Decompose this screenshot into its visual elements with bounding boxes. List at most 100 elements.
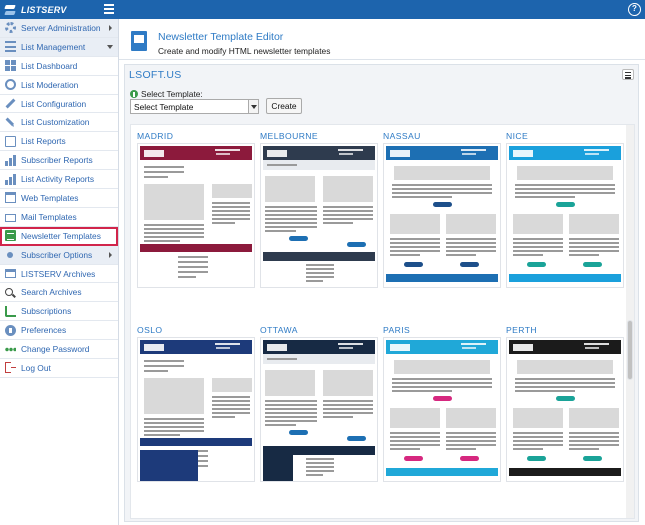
thumb-text-line [265, 230, 297, 232]
template-name[interactable]: OTTAWA [260, 325, 378, 337]
template-preview[interactable] [383, 337, 501, 482]
thumb-text-line [265, 222, 317, 224]
template-preview[interactable] [260, 143, 378, 288]
sidebar-item-list-management[interactable]: List Management [0, 37, 118, 57]
thumb-text-line [390, 432, 440, 434]
sidebar-item-label: Mail Templates [21, 211, 77, 222]
thumb-text-line [265, 400, 317, 402]
sidebar-item-mail-templates[interactable]: Mail Templates [0, 208, 118, 227]
listserv-logo[interactable]: LISTSERV [4, 2, 67, 17]
thumb-text-line [446, 440, 496, 442]
template-melbourne[interactable]: MELBOURNE [260, 131, 378, 288]
template-perth[interactable]: PERTH [506, 325, 624, 482]
sidebar-item-label: Subscriptions [21, 306, 72, 317]
archive-icon [5, 269, 16, 279]
template-name[interactable]: MADRID [137, 131, 255, 143]
thumb-text-line [392, 184, 492, 186]
sidebar-item-subscriber-reports[interactable]: Subscriber Reports [0, 151, 118, 171]
thumb-text-line [306, 470, 334, 472]
thumb-header [263, 340, 375, 354]
thumb-read-more [404, 456, 423, 461]
sidebar-item-server-administration[interactable]: Server Administration [0, 19, 118, 38]
sidebar-item-log-out[interactable]: Log Out [0, 359, 118, 378]
sidebar-item-list-dashboard[interactable]: List Dashboard [0, 57, 118, 76]
sidebar-item-change-password[interactable]: Change Password [0, 340, 118, 360]
thumb-text-line [178, 256, 208, 258]
thumb-text-line [392, 188, 492, 190]
pencil-icon [3, 115, 19, 131]
template-name[interactable]: MELBOURNE [260, 131, 378, 143]
info-icon [130, 90, 138, 98]
gallery-scrollbar[interactable] [626, 125, 634, 518]
template-preview[interactable] [260, 337, 378, 482]
sidebar-item-preferences[interactable]: Preferences [0, 321, 118, 341]
preferences-icon [5, 324, 16, 336]
template-ottawa[interactable]: OTTAWA [260, 325, 378, 482]
thumb-image [390, 214, 440, 234]
template-name[interactable]: OSLO [137, 325, 255, 337]
sidebar-item-subscriptions[interactable]: Subscriptions [0, 302, 118, 322]
template-select[interactable]: Select Template [130, 99, 259, 114]
thumb-text-line [265, 408, 317, 410]
sidebar-item-list-configuration[interactable]: List Configuration [0, 95, 118, 114]
sidebar-item-label: List Customization [21, 117, 90, 128]
create-button[interactable]: Create [266, 98, 302, 114]
sidebar-item-list-customization[interactable]: List Customization [0, 113, 118, 133]
thumb-text-line [144, 240, 180, 242]
template-madrid[interactable]: MADRID [137, 131, 255, 288]
template-paris[interactable]: PARIS [383, 325, 501, 482]
template-preview[interactable] [506, 337, 624, 482]
thumb-read-more [460, 456, 479, 461]
menu-toggle-icon[interactable] [104, 4, 114, 14]
sidebar-item-search-archives[interactable]: Search Archives [0, 283, 118, 303]
thumb-logo [390, 344, 410, 351]
template-nice[interactable]: NICE [506, 131, 624, 288]
bar-chart-icon [5, 154, 16, 166]
thumb-text-line [513, 242, 563, 244]
sidebar-item-list-activity-reports[interactable]: List Activity Reports [0, 170, 118, 190]
template-name[interactable]: NICE [506, 131, 624, 143]
thumb-image [323, 176, 373, 202]
template-name[interactable]: NASSAU [383, 131, 501, 143]
thumb-text-line [390, 254, 420, 256]
thumb-text-line [212, 218, 250, 220]
logout-icon [5, 362, 16, 374]
sidebar-item-web-templates[interactable]: Web Templates [0, 189, 118, 208]
thumb-text-line [390, 440, 440, 442]
thumb-text-line [144, 232, 204, 234]
thumb-text-line [265, 412, 317, 414]
sidebar-item-newsletter-templates[interactable]: Newsletter Templates [0, 226, 118, 246]
sidebar-item-subscriber-options[interactable]: Subscriber Options [0, 245, 118, 265]
template-preview[interactable] [137, 143, 255, 288]
thumb-text-line [212, 214, 250, 216]
template-name[interactable]: PARIS [383, 325, 501, 337]
panel-menu-icon[interactable] [622, 69, 634, 80]
thumb-text-line [265, 226, 317, 228]
thumb-read-more [433, 202, 452, 207]
template-preview[interactable] [137, 337, 255, 482]
sidebar-item-listserv-archives[interactable]: LISTSERV Archives [0, 265, 118, 284]
thumb-header-subtitle [585, 347, 599, 349]
template-oslo[interactable]: OSLO [137, 325, 255, 482]
thumb-text-line [390, 436, 440, 438]
thumb-header-title [461, 343, 486, 345]
sidebar-item-label: Subscriber Options [21, 249, 93, 260]
template-preview[interactable] [383, 143, 501, 288]
template-preview[interactable] [506, 143, 624, 288]
thumb-header [386, 340, 498, 354]
thumb-read-more [289, 430, 308, 435]
page-subtitle: Create and modify HTML newsletter templa… [158, 46, 331, 56]
thumb-logo [267, 344, 287, 351]
thumb-text-line [306, 276, 334, 278]
chevron-down-icon [248, 100, 258, 113]
sidebar-item-list-moderation[interactable]: List Moderation [0, 76, 118, 95]
template-nassau[interactable]: NASSAU [383, 131, 501, 288]
thumb-text-line [265, 210, 317, 212]
template-name[interactable]: PERTH [506, 325, 624, 337]
sidebar-item-list-reports[interactable]: List Reports [0, 132, 118, 152]
scrollbar-thumb[interactable] [627, 320, 633, 380]
thumb-image [390, 408, 440, 428]
help-icon[interactable]: ? [628, 3, 641, 16]
thumb-image [569, 214, 619, 234]
thumb-image [517, 360, 613, 374]
